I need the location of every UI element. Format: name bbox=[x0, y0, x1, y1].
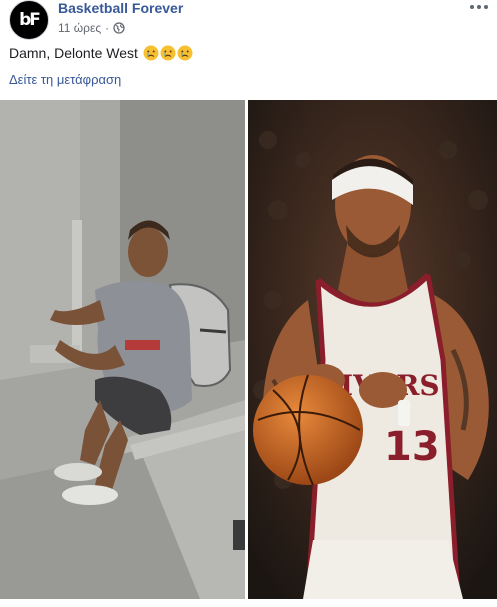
page-avatar[interactable]: bF bbox=[9, 0, 49, 40]
sad-face-emoji-icon bbox=[143, 45, 159, 61]
emoji-group bbox=[143, 45, 193, 61]
meta-separator: · bbox=[105, 21, 110, 35]
post-meta: 11 ώρες · bbox=[58, 21, 125, 35]
avatar-logo-text: bF bbox=[19, 10, 41, 30]
post-timestamp[interactable]: 11 ώρες bbox=[58, 21, 101, 35]
photo-basketball-player[interactable]: IVERS 13 bbox=[248, 100, 497, 599]
see-translation-link[interactable]: Δείτε τη μετάφραση bbox=[9, 72, 121, 87]
post-message-text: Damn, Delonte West bbox=[9, 45, 138, 61]
sad-face-emoji-icon bbox=[177, 45, 193, 61]
jersey-number: 13 bbox=[384, 424, 440, 470]
more-options-icon[interactable] bbox=[468, 0, 490, 14]
photo-grid: IVERS 13 bbox=[0, 100, 497, 607]
photo-street[interactable] bbox=[0, 100, 245, 599]
page-name-link[interactable]: Basketball Forever bbox=[58, 0, 183, 16]
post-header: bF Basketball Forever 11 ώρες · bbox=[0, 0, 497, 40]
post-message: Damn, Delonte West bbox=[9, 45, 193, 61]
sad-face-emoji-icon bbox=[160, 45, 176, 61]
globe-icon[interactable] bbox=[113, 22, 125, 34]
